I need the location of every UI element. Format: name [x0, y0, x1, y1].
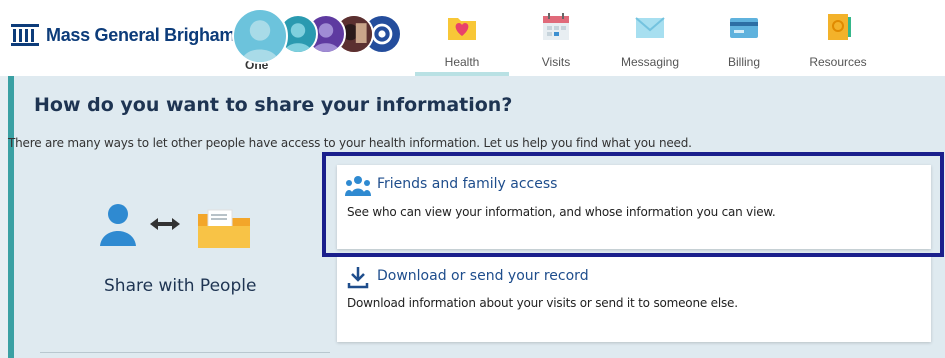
share-with-people-label: Share with People — [104, 276, 257, 296]
nav-messaging[interactable]: Messaging — [603, 0, 697, 76]
nav-billing-label: Billing — [727, 55, 760, 69]
avatar-active[interactable] — [232, 8, 288, 64]
main-nav: Health Visits Messaging Billing Resource… — [415, 0, 885, 76]
option-card-download-record[interactable]: Download or send your record Download in… — [337, 256, 931, 342]
brand-logo[interactable]: Mass General Brigham — [10, 22, 235, 48]
page-intro: There are many ways to let other people … — [8, 136, 692, 150]
building-icon — [11, 24, 39, 46]
envelope-icon — [635, 17, 665, 38]
download-icon — [347, 267, 369, 289]
option-description: Download information about your visits o… — [347, 296, 738, 310]
person-silhouette-icon — [241, 20, 279, 62]
nav-resources[interactable]: Resources — [791, 0, 885, 76]
calendar-icon — [543, 13, 569, 40]
person-to-folder-icon — [100, 204, 250, 248]
nav-visits-label: Visits — [541, 55, 571, 69]
nav-messaging-label: Messaging — [620, 55, 680, 69]
share-with-people-section: Share with People — [100, 200, 270, 310]
profile-switcher[interactable]: One — [232, 4, 412, 76]
nav-health[interactable]: Health — [415, 0, 509, 76]
top-header: Mass General Brigham One Health Visits M… — [0, 0, 945, 76]
nav-visits[interactable]: Visits — [509, 0, 603, 76]
book-icon — [828, 14, 851, 40]
nav-billing[interactable]: Billing — [697, 0, 791, 76]
nav-health-label: Health — [444, 55, 480, 69]
highlight-box — [322, 152, 944, 257]
brand-name: Mass General Brigham — [46, 24, 236, 45]
credit-card-icon — [730, 18, 758, 38]
heart-folder-icon — [448, 18, 476, 40]
section-divider — [40, 352, 330, 353]
nav-resources-label: Resources — [809, 55, 867, 69]
option-title[interactable]: Download or send your record — [377, 268, 589, 284]
page-title: How do you want to share your informatio… — [34, 94, 513, 116]
